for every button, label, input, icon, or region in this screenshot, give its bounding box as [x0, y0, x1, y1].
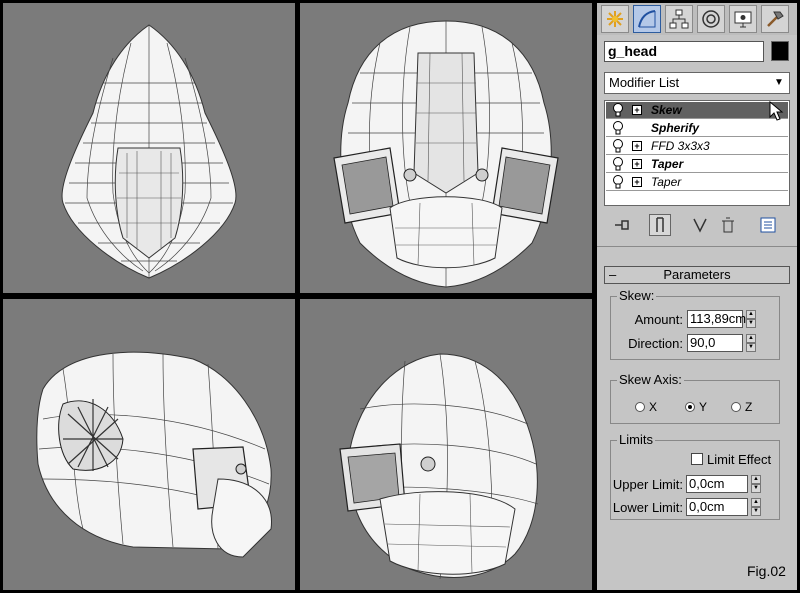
modify-tab[interactable]	[633, 5, 661, 33]
helmet-perspective-wireframe	[339, 353, 539, 580]
make-unique-button[interactable]	[689, 214, 711, 236]
stack-item-taper[interactable]: + Taper	[606, 174, 788, 191]
axis-y-label: Y	[699, 400, 708, 414]
stack-item-label: Spherify	[651, 121, 700, 135]
stack-item-taper-bold[interactable]: + Taper	[606, 156, 788, 173]
parameters-rollout-header[interactable]: – Parameters	[604, 266, 790, 284]
viewport-top[interactable]	[3, 3, 295, 293]
axis-z-label: Z	[745, 400, 753, 414]
mouse-cursor-icon	[769, 101, 784, 121]
limits-group-label: Limits	[617, 432, 655, 447]
helmet-left-wireframe	[36, 351, 272, 558]
modifier-list-label: Modifier List	[609, 75, 680, 90]
expand-icon[interactable]: +	[632, 177, 642, 187]
make-unique-icon	[693, 218, 707, 233]
viewport-left[interactable]	[3, 299, 295, 590]
stack-item-spherify[interactable]: Spherify	[606, 120, 788, 137]
lightbulb-icon[interactable]	[612, 157, 624, 171]
end-result-icon	[656, 217, 664, 232]
create-tab[interactable]	[601, 5, 629, 33]
lower-limit-label: Lower Limit:	[612, 500, 683, 515]
pin-stack-button[interactable]	[611, 214, 633, 236]
lightbulb-icon[interactable]	[612, 121, 624, 135]
create-icon	[607, 11, 623, 27]
lightbulb-icon[interactable]	[612, 103, 624, 117]
object-color-swatch[interactable]	[771, 41, 789, 61]
utilities-tab[interactable]	[761, 5, 789, 33]
viewport-front[interactable]	[300, 3, 592, 293]
upper-limit-field[interactable]: 0,0cm	[686, 475, 748, 493]
figure-label: Fig.02	[747, 563, 786, 579]
skew-axis-group: Skew Axis: X Y Z	[610, 372, 780, 424]
skew-group: Skew: Amount: 113,89cm ▲ ▼ Direction: 90,…	[610, 288, 780, 360]
modifier-stack: + Skew Spherify + FFD 3x3x3 + Taper + Ta…	[604, 100, 790, 206]
stack-item-label: FFD 3x3x3	[651, 139, 710, 153]
motion-tab[interactable]	[697, 5, 725, 33]
configure-modifier-sets-button[interactable]	[757, 214, 779, 236]
viewport-perspective[interactable]	[300, 299, 592, 590]
skew-group-label: Skew:	[617, 288, 657, 303]
helmet-top-wireframe	[61, 24, 237, 279]
stack-toolbar	[597, 211, 797, 241]
panel-divider	[597, 246, 797, 247]
stack-item-label: Skew	[651, 103, 682, 117]
stack-item-label: Taper	[651, 157, 684, 171]
axis-z-radio[interactable]: Z	[731, 400, 752, 414]
panel-tab-bar	[597, 3, 797, 35]
axis-y-radio[interactable]: Y	[685, 400, 707, 414]
command-panel: g_head Modifier List ▼ + Skew Spherify +…	[597, 3, 797, 590]
amount-spinner[interactable]: ▲ ▼	[746, 310, 756, 328]
show-end-result-button[interactable]	[649, 214, 671, 236]
lower-limit-spinner[interactable]: ▲ ▼	[751, 498, 761, 516]
hierarchy-tab[interactable]	[665, 5, 693, 33]
lightbulb-icon[interactable]	[612, 139, 624, 153]
axis-x-label: X	[649, 400, 658, 414]
object-name-field[interactable]: g_head	[604, 41, 764, 62]
configure-icon	[760, 217, 776, 233]
rollout-title: Parameters	[663, 267, 731, 282]
upper-limit-label: Upper Limit:	[612, 477, 683, 492]
collapse-icon: –	[609, 267, 617, 282]
helmet-front-wireframe	[333, 20, 559, 288]
radio-icon	[635, 402, 645, 412]
expand-icon[interactable]: +	[632, 105, 642, 115]
limit-effect-checkbox[interactable]	[691, 453, 703, 465]
amount-field[interactable]: 113,89cm	[687, 310, 746, 328]
stack-item-skew[interactable]: + Skew	[606, 102, 788, 119]
stack-item-label: Taper	[651, 175, 682, 189]
stack-item-ffd[interactable]: + FFD 3x3x3	[606, 138, 788, 155]
pin-icon	[615, 220, 629, 230]
hierarchy-icon	[669, 9, 689, 29]
direction-spinner[interactable]: ▲ ▼	[746, 334, 756, 352]
direction-label: Direction:	[628, 336, 683, 351]
expand-icon[interactable]: +	[632, 159, 642, 169]
radio-icon	[731, 402, 741, 412]
chevron-down-icon[interactable]: ▼	[772, 75, 786, 91]
modify-icon	[638, 10, 656, 28]
limits-group: Limits Limit Effect Upper Limit: 0,0cm ▲…	[610, 432, 780, 520]
amount-label: Amount:	[634, 312, 683, 327]
upper-limit-spinner[interactable]: ▲ ▼	[751, 475, 761, 493]
direction-field[interactable]: 90,0	[687, 334, 743, 352]
display-tab[interactable]	[729, 5, 757, 33]
radio-selected-icon	[685, 402, 695, 412]
remove-modifier-button[interactable]	[717, 214, 739, 236]
parameters-rollout: – Parameters Skew: Amount: 113,89cm ▲ ▼ D…	[604, 266, 792, 583]
limit-effect-label: Limit Effect	[707, 452, 772, 467]
trash-icon	[722, 217, 734, 233]
display-icon	[734, 11, 752, 28]
expand-icon[interactable]: +	[632, 141, 642, 151]
motion-icon	[702, 10, 720, 28]
skew-axis-label: Skew Axis:	[617, 372, 684, 387]
hammer-icon	[767, 11, 784, 27]
lower-limit-field[interactable]: 0,0cm	[686, 498, 748, 516]
modifier-list-dropdown[interactable]: Modifier List ▼	[604, 72, 790, 94]
lightbulb-icon[interactable]	[612, 175, 624, 189]
axis-x-radio[interactable]: X	[635, 400, 657, 414]
